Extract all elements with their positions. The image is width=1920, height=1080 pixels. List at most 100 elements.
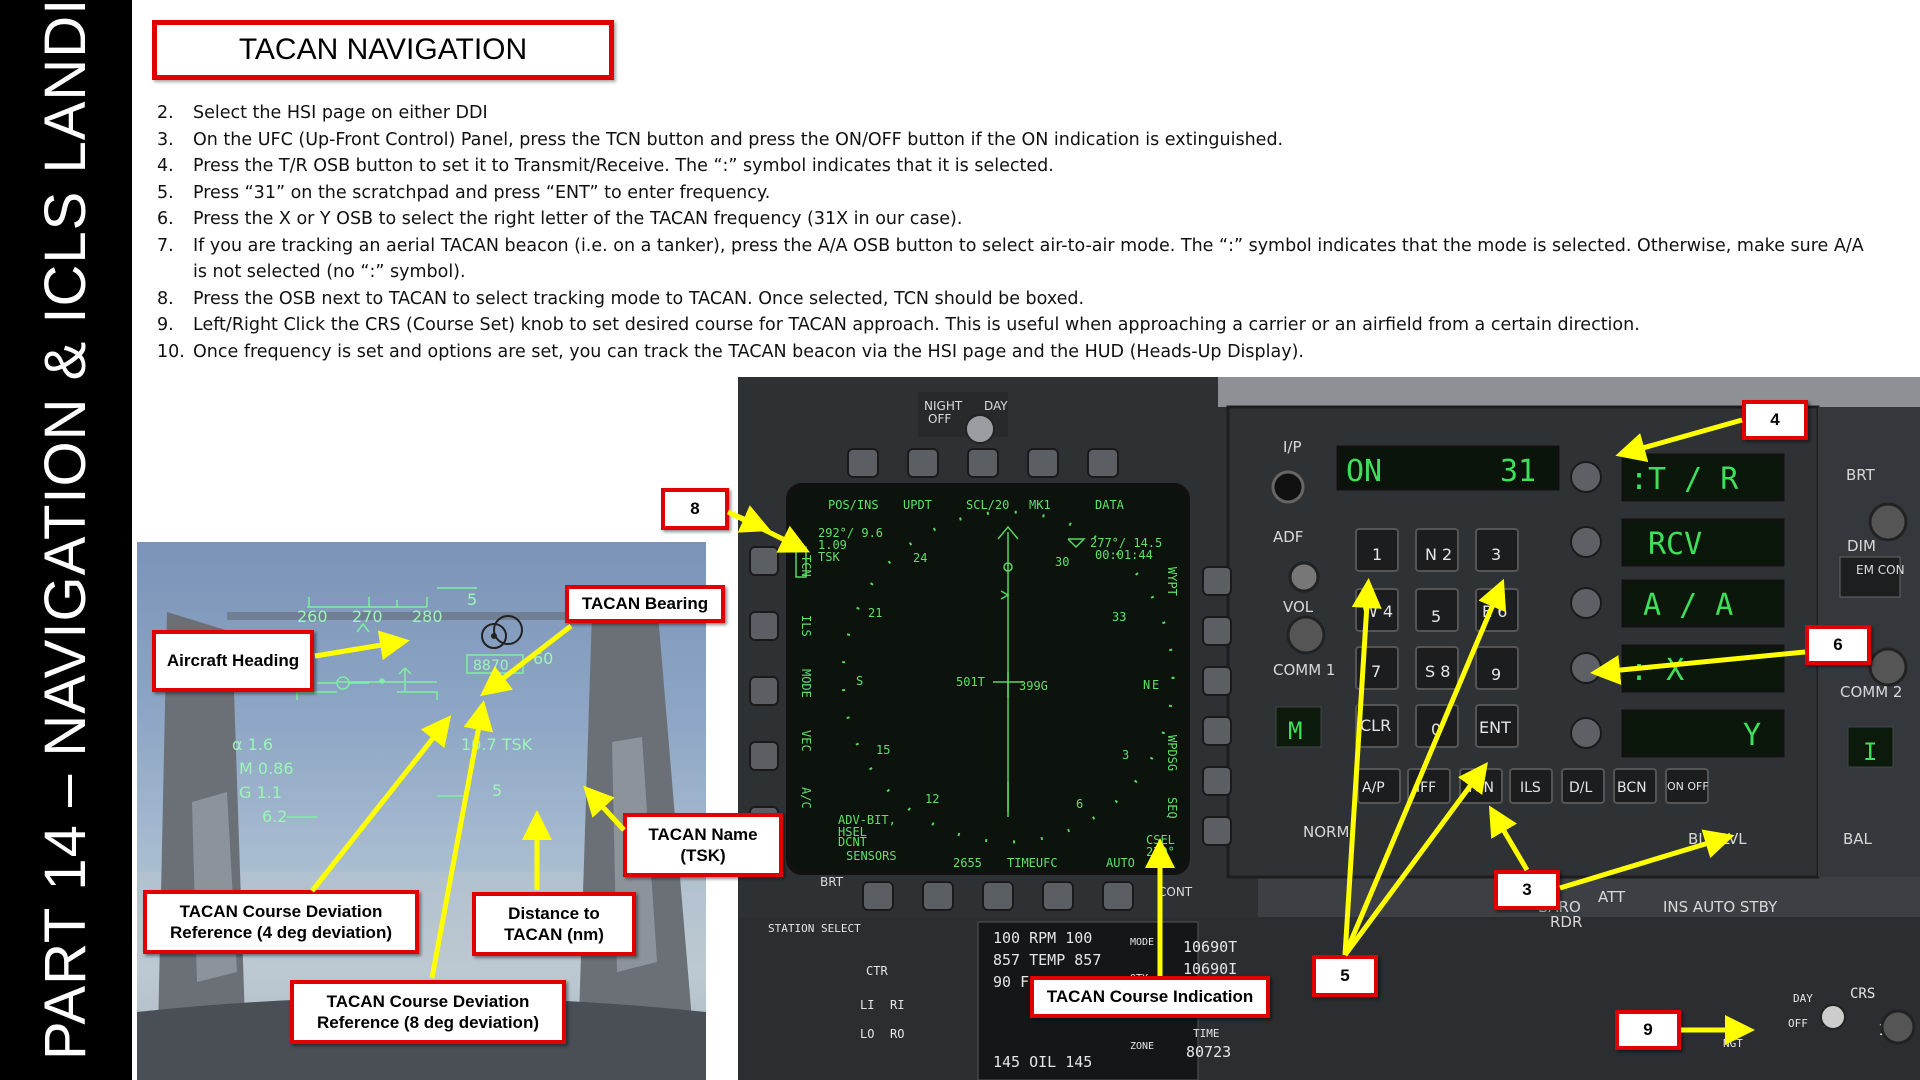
ip-button[interactable] [1271, 470, 1305, 504]
step-number: 6. [157, 209, 174, 229]
cont-label: CONT [1158, 885, 1193, 899]
page-title: TACAN NAVIGATION [152, 20, 614, 80]
osb-button[interactable] [847, 448, 879, 478]
step-text: Once frequency is set and options are se… [193, 341, 1304, 362]
ddi-left-label: A/C [799, 787, 813, 809]
compass-21: 21 [868, 606, 882, 620]
option-rcv: RCV [1648, 527, 1702, 562]
osb-y[interactable] [1570, 717, 1602, 749]
scratchpad-value: 31 [1500, 454, 1536, 489]
osb-button[interactable] [907, 448, 939, 478]
osb-button[interactable] [1202, 816, 1232, 846]
ins-label: INS AUTO STBY [1663, 898, 1778, 916]
comm2-volume-knob[interactable] [1868, 647, 1908, 687]
dcnt-label: DCNT [838, 835, 867, 849]
osb-x[interactable] [1570, 652, 1602, 684]
hud-g-max: 6.2 [262, 807, 287, 826]
osb-tr[interactable] [1570, 461, 1602, 493]
ap-label: A/P [1362, 780, 1385, 796]
callout-3: 3 [1494, 870, 1560, 910]
step-text: Press the X or Y OSB to select the right… [193, 209, 963, 229]
osb-button[interactable] [1102, 881, 1134, 911]
osb-rcv[interactable] [1570, 526, 1602, 558]
ro-label: RO [890, 1027, 904, 1041]
dim-label: DIM [1847, 537, 1876, 555]
callout-course-dev-4: TACAN Course Deviation Reference (4 deg … [143, 890, 419, 954]
step-text: If you are tracking an aerial TACAN beac… [193, 235, 1864, 283]
osb-button[interactable] [922, 881, 954, 911]
osb-button[interactable] [749, 546, 779, 576]
crs-knob[interactable] [1880, 1009, 1916, 1045]
li-label: LI [860, 998, 874, 1012]
step-number: 10. [157, 341, 185, 362]
lo-label: LO [860, 1027, 874, 1041]
ddi-top-label: MK1 [1029, 498, 1051, 512]
callout-8: 8 [661, 488, 729, 530]
function-keys[interactable]: A/P IFF TCN ILS D/L BCN ON OFF [1357, 768, 1709, 804]
callout-tacan-name: TACAN Name (TSK) [623, 813, 783, 877]
ddi-right-label: SEQ [1165, 797, 1179, 819]
ddi-bottom-label: 2655 [953, 856, 982, 870]
comm1-label: COMM 1 [1273, 661, 1335, 679]
rpm-readout: 100 RPM 100 [993, 929, 1092, 947]
zone-label: ZONE [1130, 1041, 1154, 1052]
day-night-knob[interactable] [1820, 1004, 1846, 1030]
osb-button[interactable] [749, 611, 779, 641]
option-aa: A / A [1643, 588, 1733, 623]
osb-button[interactable] [967, 448, 999, 478]
callout-6: 6 [1805, 625, 1871, 665]
step-text: Press “31” on the scratchpad and press “… [193, 182, 771, 203]
comm1-volume-knob[interactable] [1286, 615, 1326, 655]
aircraft-left: 501T [956, 675, 985, 689]
ngt-label: NGT [1723, 1037, 1743, 1050]
compass-30: 30 [1055, 555, 1069, 569]
ddi-top-label: UPDT [903, 498, 932, 512]
lower-console [738, 917, 1920, 1080]
step-number: 8. [157, 288, 174, 309]
compass-n: N [1143, 678, 1150, 692]
csel-value: 270° [1146, 845, 1175, 859]
altitude-value: 8870 [473, 658, 509, 674]
time-right: 00:01:44 [1095, 548, 1153, 562]
adf-switch[interactable] [1288, 561, 1320, 593]
compass-6: 6 [1076, 797, 1083, 811]
tsk-label: TSK [818, 550, 840, 564]
key-label: 9 [1491, 665, 1501, 684]
scratchpad-on: ON [1346, 454, 1382, 489]
osb-button[interactable] [1202, 766, 1232, 796]
em-con-label: EM CON [1856, 563, 1905, 577]
key-label: CLR [1360, 716, 1391, 735]
callout-5: 5 [1312, 955, 1378, 997]
blk-lvl-label: BLK LVL [1688, 830, 1747, 848]
compass-24: 24 [913, 551, 927, 565]
osb-button[interactable] [862, 881, 894, 911]
osb-aa[interactable] [1570, 587, 1602, 619]
osb-button[interactable] [1042, 881, 1074, 911]
step-number: 7. [157, 235, 174, 256]
key-label: 0 [1431, 720, 1441, 739]
list-item: 9. Left/Right Click the CRS (Course Set) … [157, 312, 1867, 339]
osb-button[interactable] [749, 741, 779, 771]
brightness-ufc-knob[interactable] [1868, 502, 1908, 542]
osb-button[interactable] [1202, 566, 1232, 596]
ddi-left-label: MODE [799, 669, 813, 698]
ip-label: I/P [1283, 438, 1302, 456]
key-label: 1 [1372, 545, 1382, 564]
ddi-left-label: ILS [799, 615, 813, 637]
brightness-knob[interactable] [965, 414, 995, 444]
osb-button[interactable] [749, 676, 779, 706]
fuel-total: 10690T [1183, 938, 1237, 956]
step-text: On the UFC (Up-Front Control) Panel, pre… [193, 129, 1284, 150]
oil-readout: 145 OIL 145 [993, 1053, 1092, 1071]
osb-button[interactable] [1087, 448, 1119, 478]
brt-label: BRT [820, 875, 844, 889]
osb-button[interactable] [982, 881, 1014, 911]
osb-button[interactable] [1202, 666, 1232, 696]
off-label-lower: OFF [1788, 1017, 1808, 1030]
osb-button[interactable] [1202, 716, 1232, 746]
steps-list: 2. Select the HSI page on either DDI 3. On… [157, 100, 1867, 365]
osb-button[interactable] [1027, 448, 1059, 478]
ddi-top-label: DATA [1095, 498, 1125, 512]
osb-button[interactable] [1202, 616, 1232, 646]
crs-label: CRS [1850, 986, 1875, 1002]
